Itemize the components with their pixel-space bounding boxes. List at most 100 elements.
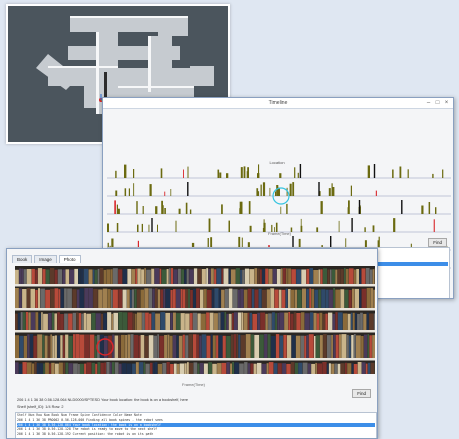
library-log-row[interactable]: 206 1 4 1 36 38 0.56.128.192 Current pos… [17, 432, 375, 436]
book-spine [145, 312, 149, 331]
bookshelf-photo[interactable] [15, 266, 375, 374]
timeline-marker [401, 200, 403, 214]
library-find-button[interactable]: Find [352, 389, 371, 398]
book-spine [357, 313, 360, 332]
book-spine [282, 363, 286, 374]
library-window[interactable]: Book Image Photo Frame(Time) Find 206 1 4 … [6, 248, 378, 439]
timeline-find-button[interactable]: Find [428, 238, 447, 247]
timeline-bar [247, 167, 249, 178]
book-spine [314, 336, 316, 360]
book-spine [367, 334, 370, 359]
book-spine [182, 289, 186, 310]
book-spine [274, 289, 279, 310]
book-spine [249, 269, 255, 286]
timeline-bar [141, 223, 143, 232]
book-spine [285, 288, 288, 309]
timeline-bar [260, 184, 262, 196]
book-spine [291, 269, 296, 286]
maximize-icon[interactable]: □ [433, 99, 442, 107]
library-log-row[interactable]: 206 1 4 1 36 38 0.56.128.128 The robot i… [17, 427, 375, 431]
book-spine [186, 268, 189, 285]
book-spine [187, 362, 189, 374]
timeline-bar [350, 185, 352, 196]
book-spine [347, 313, 351, 332]
book-spine [233, 334, 237, 359]
library-log-row[interactable]: 206 1 4 1 36 38 PRO002 0.56.128.000 Find… [17, 418, 375, 422]
book-spine [356, 269, 359, 285]
book-spine [188, 289, 190, 309]
book-spine [235, 268, 240, 285]
timeline-bar [116, 223, 119, 232]
book-spine [240, 288, 244, 309]
book-spine [373, 289, 375, 310]
book-spine [52, 335, 55, 360]
book-spine [99, 268, 104, 285]
minimize-icon[interactable]: – [424, 99, 433, 107]
book-spine [335, 269, 338, 286]
book-spine [184, 363, 187, 374]
book-spine [84, 334, 90, 359]
timeline-bar [399, 166, 402, 178]
timeline-bar [219, 172, 222, 178]
book-spine [118, 312, 123, 330]
book-spine [296, 269, 301, 286]
book-spine [45, 289, 50, 310]
timeline-bar [332, 187, 335, 196]
book-spine [122, 269, 128, 286]
book-spine [98, 289, 103, 310]
book-spine [176, 313, 181, 332]
book-spine [334, 363, 338, 374]
book-spine [144, 335, 149, 360]
book-spine [300, 312, 305, 331]
book-spine [47, 335, 51, 360]
book-spine [57, 269, 62, 286]
book-spine [302, 362, 308, 374]
book-spine [173, 289, 176, 310]
book-spine [206, 335, 211, 360]
book-spine [309, 268, 313, 285]
book-spine [106, 362, 110, 374]
book-spine [266, 363, 269, 374]
book-spine [234, 362, 239, 374]
book-spine [55, 363, 59, 374]
timeline-bar [217, 169, 220, 178]
book-spine [366, 288, 371, 308]
library-log-list[interactable]: Shelf Num Row Num Book Num Frame Spine C… [15, 412, 377, 438]
tab-book[interactable]: Book [12, 255, 33, 263]
tab-image[interactable]: Image [34, 255, 57, 263]
close-icon[interactable]: × [442, 99, 451, 107]
timeline-bar [115, 170, 117, 178]
timeline-bar [289, 183, 292, 196]
timeline-bar [316, 227, 319, 232]
book-spine [83, 268, 89, 285]
book-spine [348, 268, 354, 285]
book-spine [15, 335, 19, 360]
book-spine [145, 363, 150, 374]
book-spine [21, 268, 24, 285]
book-spine [340, 269, 344, 286]
book-spine [212, 335, 216, 360]
timeline-bar [117, 208, 120, 214]
book-spine [290, 362, 295, 374]
book-spine [91, 312, 96, 331]
book-spine [155, 313, 160, 332]
timeline-titlebar[interactable]: Timeline – □ × [103, 98, 453, 109]
book-spine [193, 268, 198, 285]
book-spine [37, 268, 43, 285]
book-spine [288, 312, 291, 330]
book-spine [357, 362, 362, 374]
book-spine [351, 335, 354, 359]
book-spine [22, 362, 27, 374]
book-spine [291, 335, 296, 360]
book-spine [176, 363, 180, 374]
book-spine [212, 363, 217, 374]
book-spine [113, 312, 118, 331]
book-spine [144, 288, 149, 309]
tab-photo[interactable]: Photo [58, 255, 81, 263]
library-log-row[interactable]: 206 1 4 1 36 38 0.56.128.064 Your book l… [17, 422, 375, 427]
timeline-bar [348, 200, 350, 214]
book-spine [15, 269, 19, 286]
timeline-bar [142, 206, 144, 214]
timeline-bar [155, 206, 158, 214]
book-spine [290, 313, 294, 332]
